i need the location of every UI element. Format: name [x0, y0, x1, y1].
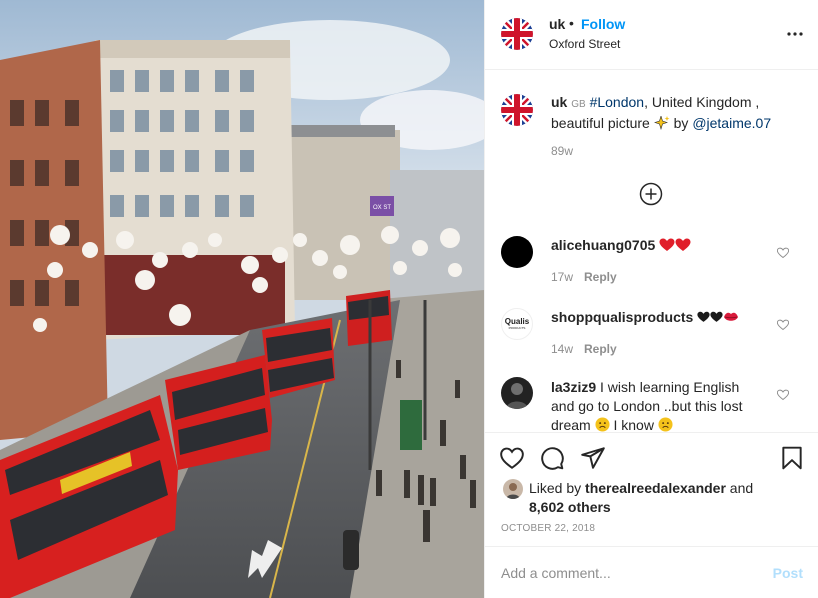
qualis-logo-text: Qualis — [504, 317, 530, 326]
like-comment-icon[interactable] — [776, 246, 790, 259]
bookmark-icon[interactable] — [779, 445, 805, 471]
caption-text-1: , United Kingdom , — [644, 94, 760, 110]
likes-prefix: Liked by — [529, 480, 582, 496]
author-username[interactable]: uk — [549, 16, 565, 32]
comment-input[interactable] — [501, 563, 751, 583]
comment-1: alicehuang0705 — [551, 236, 691, 255]
sad-face-icon — [658, 417, 673, 432]
post-photo[interactable]: OX ST — [0, 0, 484, 598]
likes-and: and — [729, 480, 754, 496]
post-comment-button[interactable]: Post — [773, 565, 803, 581]
sad-face-icon — [595, 417, 610, 432]
comment-time: 14w — [551, 342, 574, 356]
commenter-avatar[interactable] — [501, 377, 533, 409]
comment-3: la3ziz9 I wish learning English and go t… — [551, 378, 781, 435]
like-comment-icon[interactable] — [776, 318, 790, 331]
comment-username[interactable]: shoppqualisproducts — [551, 309, 693, 325]
commenter-avatar[interactable]: Qualis PRODUCTS — [501, 308, 533, 340]
more-options-icon[interactable] — [785, 24, 805, 44]
caption-text: uk GB #London, United Kingdom , beautifu… — [551, 93, 801, 133]
black-heart-icon — [697, 309, 710, 322]
add-comment-bar: Post — [485, 546, 818, 598]
follow-separator: • — [569, 15, 574, 31]
caption-avatar[interactable] — [501, 94, 533, 126]
black-heart-icon — [710, 309, 723, 322]
commenter-avatar[interactable] — [501, 236, 533, 268]
caption-text-2: beautiful picture — [551, 115, 650, 131]
comment-text-2: and go to London ..but this lost — [551, 398, 743, 414]
comment-icon[interactable] — [539, 445, 565, 471]
comment-text-4: I know — [613, 417, 654, 433]
post-date[interactable]: OCTOBER 22, 2018 — [501, 523, 595, 534]
country-tag: GB — [571, 99, 586, 110]
comment-username[interactable]: la3ziz9 — [551, 379, 596, 395]
post-side-panel: uk • Follow Oxford Street uk GB #London,… — [484, 0, 818, 598]
share-icon[interactable] — [580, 445, 606, 471]
like-icon[interactable] — [499, 445, 525, 471]
author-avatar[interactable] — [501, 18, 533, 50]
mention-jetaime[interactable]: @jetaime.07 — [692, 115, 771, 131]
liker-avatar[interactable] — [503, 479, 523, 499]
like-comment-icon[interactable] — [776, 388, 790, 401]
likes-summary: Liked by therealreedalexander and 8,602 … — [529, 479, 809, 517]
hashtag-london[interactable]: #London — [590, 94, 645, 110]
caption-by: by — [673, 115, 689, 131]
reply-button[interactable]: Reply — [584, 342, 617, 356]
red-heart-icon — [659, 238, 675, 252]
comment-text-1: I wish learning English — [600, 379, 740, 395]
caption-username[interactable]: uk — [551, 94, 567, 110]
comment-time: 17w — [551, 270, 574, 284]
comment-text-3: dream — [551, 417, 591, 433]
lips-icon — [723, 309, 739, 321]
oxford-street-photo: OX ST — [0, 0, 484, 598]
union-jack-flag-icon — [501, 18, 533, 50]
union-jack-flag-icon — [501, 94, 533, 126]
follow-button[interactable]: Follow — [581, 16, 625, 32]
reply-button[interactable]: Reply — [584, 270, 617, 284]
sparkles-icon — [653, 114, 670, 131]
post-header: uk • Follow Oxford Street — [485, 0, 818, 70]
caption-time: 89w — [551, 144, 574, 158]
comment-2: shoppqualisproducts — [551, 308, 739, 327]
liker-username[interactable]: therealreedalexander — [585, 480, 726, 496]
street-sign-text: OX ST — [373, 205, 391, 211]
likes-count[interactable]: 8,602 others — [529, 499, 611, 515]
red-heart-icon — [675, 238, 691, 252]
qualis-logo-subtext: PRODUCTS — [508, 326, 526, 330]
location-link[interactable]: Oxford Street — [549, 37, 620, 51]
plus-circle-icon[interactable] — [639, 182, 663, 206]
comment-username[interactable]: alicehuang0705 — [551, 237, 655, 253]
